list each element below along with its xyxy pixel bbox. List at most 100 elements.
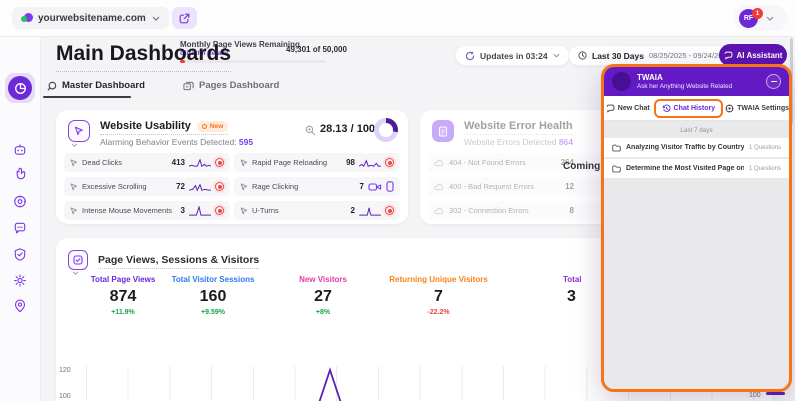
user-menu[interactable]: RF 1 (734, 5, 788, 31)
history-icon (662, 104, 671, 113)
chevron-down-icon (553, 53, 560, 58)
chevron-down-icon[interactable] (71, 143, 78, 147)
metric-value: 874 (78, 288, 168, 306)
record-icon[interactable] (215, 182, 224, 191)
usability-row-rapid-reloading[interactable]: Rapid Page Reloading 98 (234, 153, 400, 172)
row-label: 302 - Connection Errors (449, 206, 565, 215)
folder-icon (612, 165, 621, 173)
record-icon[interactable] (385, 206, 394, 215)
video-recording-icon[interactable] (368, 182, 382, 192)
sidebar-item-dashboards[interactable] (5, 73, 35, 103)
record-icon[interactable] (215, 158, 224, 167)
usability-row-intense-mouse[interactable]: Intense Mouse Movements 3 (64, 201, 230, 220)
sidebar-item-bot[interactable] (13, 142, 28, 157)
usability-card-title: Website Usability New (100, 120, 228, 135)
row-label: U-Turns (252, 206, 347, 215)
history-item-title: Determine the Most Visited Page on My We… (626, 165, 744, 172)
folder-icon (612, 144, 621, 152)
notification-badge: 1 (752, 8, 763, 19)
metric-delta: +9.59% (168, 309, 258, 316)
domain-name: yourwebsitename.com (38, 13, 146, 24)
usability-row-u-turns[interactable]: U-Turns 2 (234, 201, 400, 220)
history-item-count: 1 Questions (749, 145, 781, 151)
record-icon[interactable] (215, 206, 224, 215)
gesture-icon (13, 166, 28, 181)
cursor-icon (70, 159, 78, 167)
tab-pages-dashboard[interactable]: Pages Dashboard (183, 80, 279, 91)
metric-label: New Visitors (278, 275, 368, 284)
twaia-subtitle: Ask her Anything Website Related (637, 83, 732, 91)
error-page-icon (438, 126, 448, 137)
metrics-card-icon (68, 250, 88, 270)
error-card-subtitle: Website Errors Detected 864 (464, 137, 573, 147)
right-axis-tick-100: 100 (749, 392, 761, 399)
trend-line-fragment (766, 392, 785, 395)
twaia-assistant-panel: TWAIA Ask her Anything Website Related N… (601, 64, 792, 392)
updates-timer-dropdown[interactable]: Updates in 03:24 (455, 45, 570, 66)
cloud-icon (434, 159, 444, 167)
active-tab-underline (43, 96, 131, 98)
usability-row-dead-clicks[interactable]: Dead Clicks 413 (64, 153, 230, 172)
usability-row-excessive-scrolling[interactable]: Excessive Scrolling 72 (64, 177, 230, 196)
clock-icon (578, 51, 587, 60)
chevron-down-icon (152, 16, 160, 21)
metric-value: 7 (381, 288, 496, 306)
sidebar-item-gestures[interactable] (13, 166, 28, 181)
row-value: 8 (570, 206, 574, 215)
usability-card-icon (68, 120, 90, 142)
usability-card-subtitle: Alarming Behavior Events Detected: 595 (100, 137, 253, 147)
metric-delta: +8% (278, 309, 368, 316)
usability-row-rage-clicking[interactable]: Rage Clicking 7 (234, 177, 400, 196)
tab-new-chat[interactable]: New Chat (604, 104, 652, 113)
chat-history-item[interactable]: Analyzing Visitor Traffic by Country 1 Q… (604, 138, 789, 157)
sidebar-item-privacy[interactable] (13, 247, 28, 262)
tab-label: Chat History (674, 105, 716, 112)
cloud-icon (434, 183, 444, 191)
row-label: 404 - Not Found Errors (449, 158, 556, 167)
metric-label: Total Page Views (78, 275, 168, 284)
metric-value: 160 (168, 288, 258, 306)
bot-icon (13, 142, 28, 157)
usability-score-donut (374, 118, 398, 142)
open-site-button[interactable] (172, 7, 197, 29)
magnifier-plus-icon (305, 125, 316, 136)
mobile-icon[interactable] (386, 181, 394, 192)
record-icon[interactable] (385, 158, 394, 167)
ai-assistant-button[interactable]: AI Assistant (719, 44, 787, 66)
badge-dot-icon (202, 124, 207, 129)
tab-twaia-settings[interactable]: TWAIA Settings (725, 104, 789, 113)
tab-label: TWAIA Settings (737, 105, 789, 112)
tab-chat-history[interactable]: Chat History (652, 99, 726, 118)
history-section-label: Last 7 days (604, 121, 789, 138)
cursor-icon (240, 159, 248, 167)
sidebar-item-geo[interactable] (13, 298, 28, 313)
metric-value: 27 (278, 288, 368, 306)
sidebar-item-feedback[interactable] (13, 221, 28, 236)
metric-returning-unique-visitors: Returning Unique Visitors 7 -22.2% (381, 275, 496, 316)
chat-history-item[interactable]: Determine the Most Visited Page on My We… (604, 159, 789, 178)
app-window: yourwebsitename.com RF 1 (0, 0, 795, 401)
sidebar-item-settings[interactable] (13, 273, 28, 288)
metric-delta: -22.2% (381, 309, 496, 316)
row-value: 12 (565, 182, 574, 191)
row-value: 3 (181, 206, 185, 215)
domain-selector[interactable]: yourwebsitename.com (12, 7, 169, 29)
twaia-tab-bar: New Chat Chat History TWAIA Settings (604, 96, 789, 121)
new-chat-icon (606, 104, 615, 113)
row-label: Intense Mouse Movements (82, 206, 177, 215)
tab-master-dashboard[interactable]: Master Dashboard (47, 80, 145, 91)
top-bar: yourwebsitename.com RF 1 (0, 0, 795, 37)
row-label: 400 - Bad Request Errors (449, 182, 560, 191)
sparkline-icon (359, 158, 381, 168)
tab-label: New Chat (618, 105, 650, 112)
usability-score: 28.13 / 100 (320, 123, 375, 135)
refresh-icon (465, 51, 475, 61)
checklist-icon (73, 255, 83, 265)
metric-label: Total Visitor Sessions (168, 275, 258, 284)
row-value: 2 (351, 206, 355, 215)
sidebar-item-recordings[interactable] (13, 194, 28, 209)
chat-history-highlight[interactable]: Chat History (654, 99, 724, 118)
page-title: Main Dashboards (56, 42, 231, 72)
minimize-panel-button[interactable] (766, 74, 781, 89)
metrics-section-title: Page Views, Sessions & Visitors (98, 254, 259, 269)
